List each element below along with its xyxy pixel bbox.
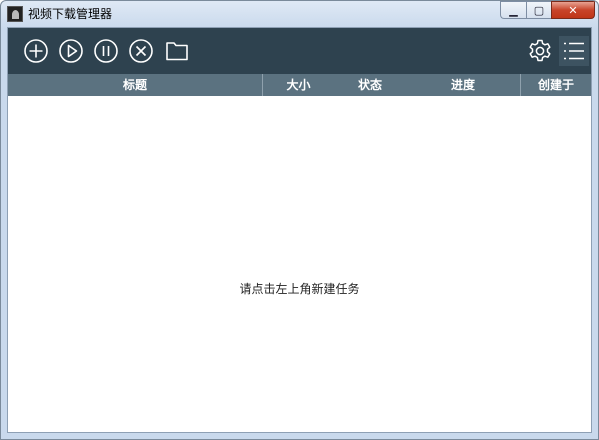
- window-title: 视频下载管理器: [28, 7, 113, 21]
- close-button[interactable]: ✕: [551, 1, 595, 19]
- folder-icon: [166, 42, 188, 61]
- column-header-progress[interactable]: 进度: [406, 74, 520, 96]
- menu-button[interactable]: [559, 36, 589, 66]
- title-bar[interactable]: 视频下载管理器 ▁ ▢ ✕: [1, 1, 598, 27]
- column-header-created[interactable]: 创建于: [520, 74, 591, 96]
- column-header-size[interactable]: 大小: [262, 74, 334, 96]
- pause-circle-icon: [94, 39, 118, 63]
- play-circle-icon: [59, 39, 83, 63]
- x-circle-icon: [129, 39, 153, 63]
- maximize-icon: ▢: [533, 3, 545, 17]
- main-panel: 标题 大小 状态 进度 创建于 请点击左上角新建任务: [7, 27, 592, 433]
- minimize-button[interactable]: ▁: [500, 1, 526, 19]
- window-controls: ▁ ▢ ✕: [500, 1, 595, 20]
- start-button[interactable]: [58, 38, 84, 64]
- close-icon: ✕: [568, 3, 578, 17]
- settings-button[interactable]: [527, 38, 553, 64]
- app-icon: [7, 6, 23, 22]
- empty-state-message: 请点击左上角新建任务: [239, 282, 360, 296]
- gear-icon: [529, 39, 551, 62]
- app-window: 视频下载管理器 ▁ ▢ ✕ 标题 大小 状态 进度 创建于 请点击左上角新建任务: [0, 0, 599, 440]
- column-header-status[interactable]: 状态: [334, 74, 406, 96]
- pause-button[interactable]: [93, 38, 119, 64]
- maximize-button[interactable]: ▢: [526, 1, 551, 19]
- plus-circle-icon: [24, 39, 48, 63]
- delete-button[interactable]: [128, 38, 154, 64]
- list-menu-icon: [564, 42, 584, 60]
- toolbar: [8, 28, 591, 74]
- minimize-icon: ▁: [509, 3, 518, 17]
- open-folder-button[interactable]: [164, 38, 190, 64]
- add-task-button[interactable]: [23, 38, 49, 64]
- table-header: 标题 大小 状态 进度 创建于: [8, 74, 591, 96]
- column-header-title[interactable]: 标题: [8, 74, 262, 96]
